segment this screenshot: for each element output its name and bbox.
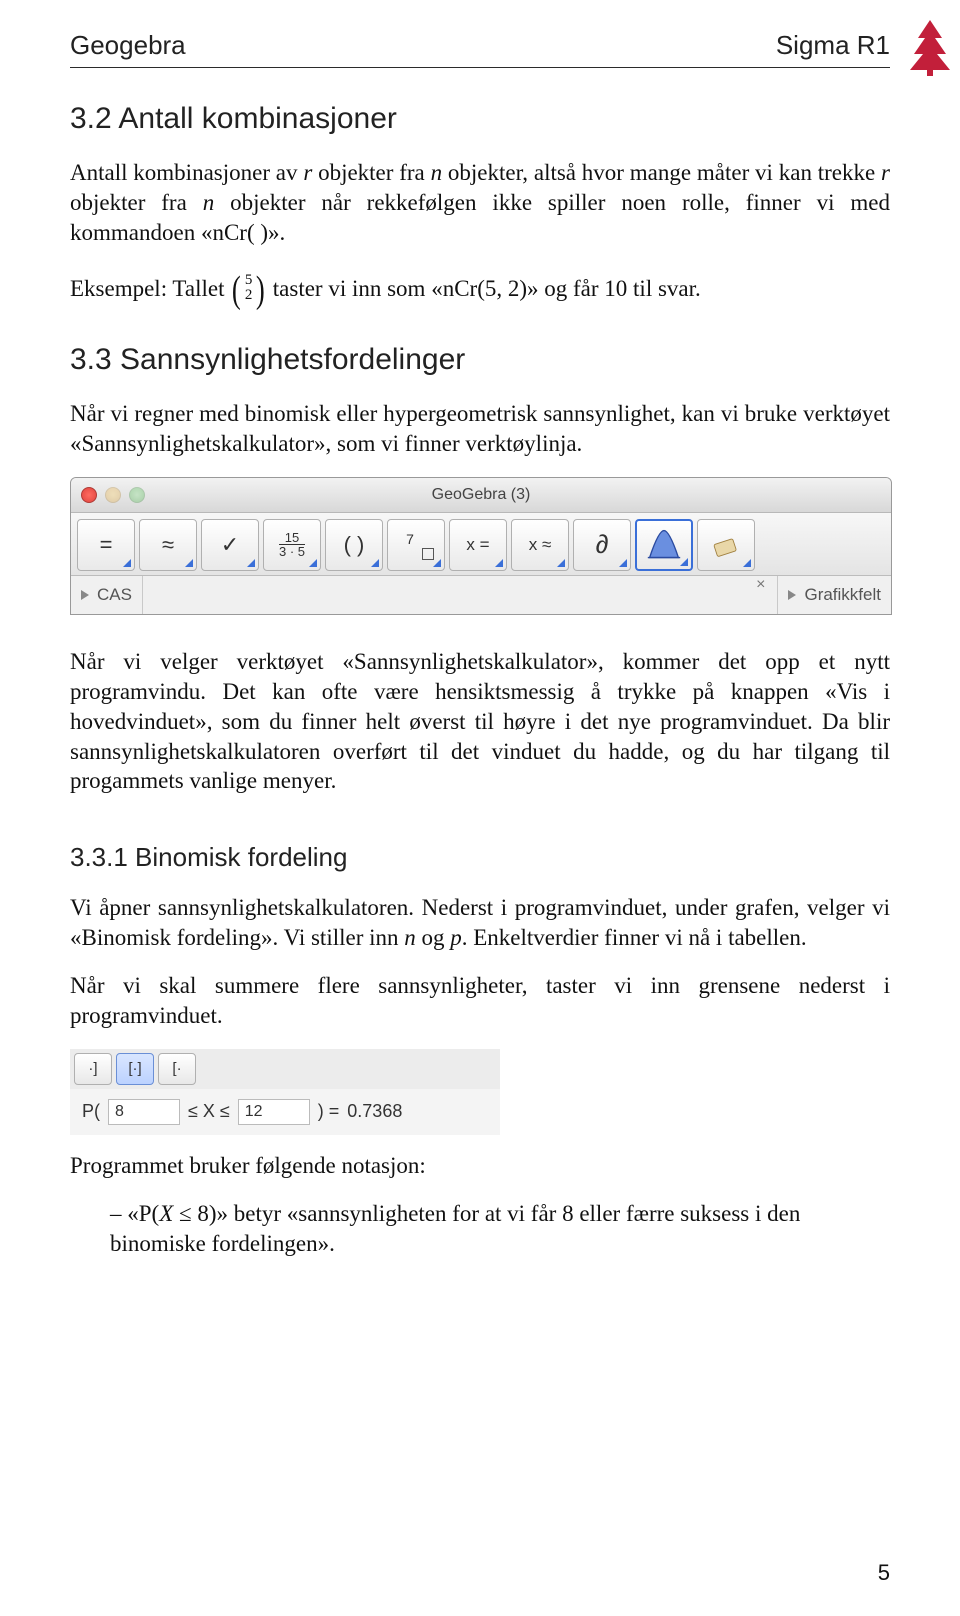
- eraser-icon: [708, 527, 744, 563]
- sec33-body: Når vi regner med binomisk eller hyperge…: [70, 399, 890, 459]
- tool-approx: ≈: [139, 519, 197, 571]
- tool-solve-exact: x =: [449, 519, 507, 571]
- probability-input-figure: ·] [·] [· P( 8 ≤ X ≤ 12 ) = 0.7368: [70, 1049, 500, 1135]
- tool-factor: 153 · 5: [263, 519, 321, 571]
- mode-interval: [·]: [116, 1053, 154, 1085]
- section-3-3-title: 3.3 Sannsynlighetsfordelinger: [70, 343, 890, 377]
- tool-parentheses: ( ): [325, 519, 383, 571]
- header-rule: [70, 67, 890, 68]
- label-P-open: P(: [82, 1101, 100, 1122]
- geogebra-window-figure: GeoGebra (3) = ≈ ✓ 153 · 5 ( ) 7 x = x ≈…: [70, 477, 892, 615]
- panel-close-icon: ×: [756, 576, 777, 614]
- window-titlebar: GeoGebra (3): [71, 478, 891, 513]
- sec331-p1: Vi åpner sannsynlighetskalkulatoren. Ned…: [70, 893, 890, 953]
- tool-check: ✓: [201, 519, 259, 571]
- tool-derivative: ∂: [573, 519, 631, 571]
- sec32-body: Antall kombinasjoner av r objekter fra n…: [70, 158, 890, 248]
- distribution-icon: [646, 527, 682, 563]
- sec32-example: Eksempel: Tallet (52) taster vi inn som …: [70, 266, 890, 315]
- geogebra-panel-tabs: CAS × Grafikkfelt: [71, 576, 891, 614]
- label-le-x-le: ≤ X ≤: [188, 1101, 230, 1122]
- notation-list: «P(X ≤ 8)» betyr «sannsynligheten for at…: [70, 1199, 890, 1259]
- expand-icon: [788, 590, 796, 600]
- upper-bound-input: 12: [238, 1099, 310, 1125]
- notation-item: «P(X ≤ 8)» betyr «sannsynligheten for at…: [110, 1199, 890, 1259]
- page-number: 5: [878, 1560, 890, 1586]
- mode-left-bounded: [·: [158, 1053, 196, 1085]
- expand-icon: [81, 590, 89, 600]
- tool-equals: =: [77, 519, 135, 571]
- tool-delete: [697, 519, 755, 571]
- tool-substitute: 7: [387, 519, 445, 571]
- section-3-2-title: 3.2 Antall kombinasjoner: [70, 102, 890, 136]
- label-close-equals: ) =: [318, 1101, 340, 1122]
- interval-mode-buttons: ·] [·] [·: [70, 1049, 500, 1089]
- tool-probability-calculator: [635, 519, 693, 571]
- header-left: Geogebra: [70, 30, 186, 61]
- lower-bound-input: 8: [108, 1099, 180, 1125]
- mode-right-bounded: ·]: [74, 1053, 112, 1085]
- header-right: Sigma R1: [776, 30, 890, 61]
- probability-expression-row: P( 8 ≤ X ≤ 12 ) = 0.7368: [70, 1089, 500, 1135]
- document-page: Geogebra Sigma R1 3.2 Antall kombinasjon…: [0, 0, 960, 1616]
- panel-tab-graphics: Grafikkfelt: [777, 576, 891, 614]
- probability-result: 0.7368: [347, 1101, 402, 1122]
- notation-intro: Programmet bruker følgende notasjon:: [70, 1151, 890, 1181]
- section-3-3-1-title: 3.3.1 Binomisk fordeling: [70, 842, 890, 873]
- tree-logo-icon: [908, 18, 952, 81]
- binomial-symbol: (52): [230, 266, 267, 315]
- window-title: GeoGebra (3): [71, 486, 891, 504]
- geogebra-toolbar: = ≈ ✓ 153 · 5 ( ) 7 x = x ≈ ∂: [71, 513, 891, 576]
- tool-solve-numeric: x ≈: [511, 519, 569, 571]
- sec331-p2: Når vi skal summere flere sannsynlighete…: [70, 971, 890, 1031]
- running-header: Geogebra Sigma R1: [70, 30, 890, 61]
- panel-tab-cas: CAS: [71, 576, 143, 614]
- paragraph-after-figure: Når vi velger verktøyet «Sannsynlighetsk…: [70, 647, 890, 796]
